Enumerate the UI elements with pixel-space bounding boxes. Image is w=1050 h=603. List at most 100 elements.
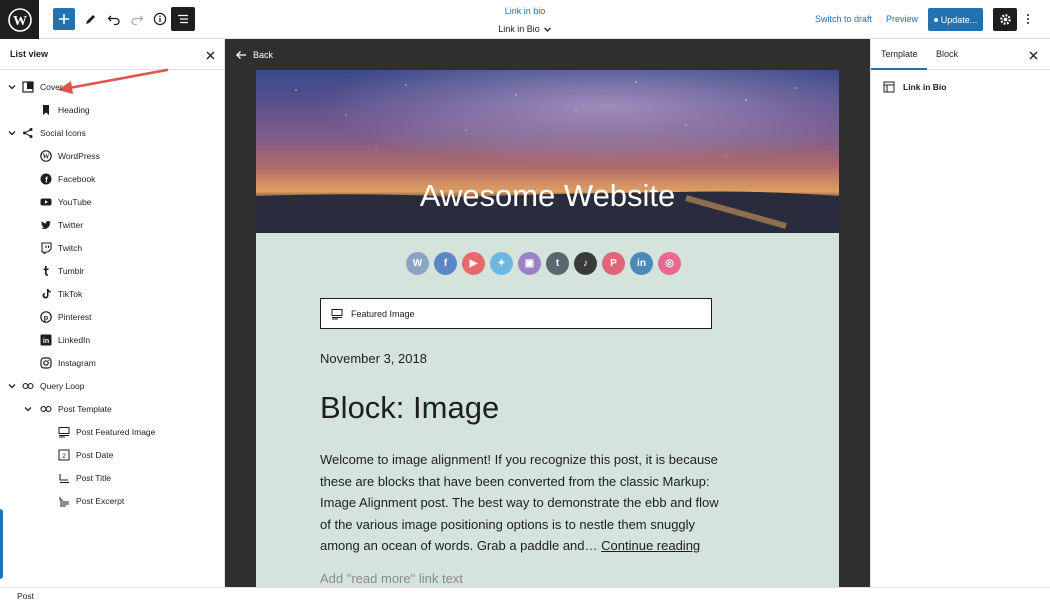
list-view-header: List view [0, 39, 224, 70]
block-inserter-button[interactable] [53, 8, 75, 30]
social-icons-block[interactable]: Wf ▶ ✦ ▣ t ♪ Pin ◎ [406, 252, 686, 275]
list-view-item-post-featured-image[interactable]: Post Featured Image [0, 420, 224, 443]
chevron-down-icon [543, 27, 551, 32]
post-excerpt[interactable]: Welcome to image alignment! If you recog… [320, 449, 720, 557]
editor-header: W Link in bio Link in Bio Switch to draf… [0, 0, 1050, 39]
svg-text:f: f [45, 175, 48, 184]
share-icon [21, 126, 35, 140]
linkedin-icon[interactable]: in [630, 252, 653, 275]
list-view-item-wordpress[interactable]: W WordPress [0, 144, 224, 167]
list-view-item-post-title[interactable]: Post Title [0, 466, 224, 489]
layout-icon [883, 81, 895, 93]
switch-to-draft-button[interactable]: Switch to draft [815, 14, 872, 24]
wordpress-logo-icon[interactable]: W [0, 0, 39, 39]
list-view-item-post-template[interactable]: Post Template [0, 397, 224, 420]
side-handle[interactable] [0, 509, 3, 579]
svg-text:2: 2 [62, 453, 66, 460]
list-view-item-label: Heading [58, 104, 90, 115]
list-view-panel: List view Cover Heading Social Icons W WordP… [0, 39, 225, 587]
list-view-toggle-button[interactable] [171, 7, 195, 31]
list-view-item-heading[interactable]: Heading [0, 98, 224, 121]
unsaved-dot-icon [933, 17, 938, 22]
settings-button[interactable] [993, 8, 1017, 31]
pinterest-icon[interactable]: P [602, 252, 625, 275]
update-button[interactable]: Update... [928, 8, 983, 31]
list-view-item-label: LinkedIn [58, 334, 91, 345]
close-icon [1029, 51, 1037, 59]
template-title[interactable]: Link in Bio [498, 24, 552, 34]
list-view-item-cover[interactable]: Cover [0, 75, 224, 98]
back-button[interactable]: Back [235, 50, 273, 60]
close-sidebar-button[interactable] [1026, 48, 1040, 62]
tab-block[interactable]: Block [936, 49, 958, 59]
details-info-icon[interactable] [149, 8, 171, 30]
tools-pencil-icon[interactable] [80, 8, 102, 30]
list-view-item-twitter[interactable]: Twitter [0, 213, 224, 236]
list-view-title: List view [10, 49, 49, 59]
cover-block[interactable]: Awesome Website [256, 70, 839, 233]
wordpress-icon[interactable]: W [406, 252, 429, 275]
tumblr-icon[interactable]: t [546, 252, 569, 275]
chevron-down-icon[interactable] [7, 82, 17, 92]
redo-icon[interactable] [126, 8, 148, 30]
featured-image-icon [331, 308, 343, 319]
list-view-item-tumblr[interactable]: Tumblr [0, 259, 224, 282]
template-card[interactable]: Link in Bio [883, 81, 946, 93]
chevron-down-icon[interactable] [7, 381, 17, 391]
list-view-item-label: Cover [40, 81, 63, 92]
list-view-item-youtube[interactable]: YouTube [0, 190, 224, 213]
continue-reading-link[interactable]: Continue reading [601, 538, 700, 553]
starry-sky-image [256, 70, 839, 190]
undo-icon[interactable] [103, 8, 125, 30]
breadcrumb-post[interactable]: Post [17, 591, 34, 601]
list-view-item-pinterest[interactable]: p Pinterest [0, 305, 224, 328]
block-tree: Cover Heading Social Icons W WordPress f Faceb… [0, 75, 224, 512]
list-view-item-query-loop[interactable]: Query Loop [0, 374, 224, 397]
template-title-label: Link in Bio [498, 24, 540, 34]
read-more-placeholder[interactable]: Add "read more" link text [320, 571, 463, 586]
post-title[interactable]: Block: Image [320, 390, 499, 426]
list-view-item-label: Pinterest [58, 311, 92, 322]
list-view-item-label: Query Loop [40, 380, 85, 391]
chevron-down-icon[interactable] [7, 128, 17, 138]
tab-template[interactable]: Template [871, 49, 927, 70]
arrow-left-icon [236, 51, 246, 59]
youtube-icon[interactable]: ▶ [462, 252, 485, 275]
update-label: Update... [940, 14, 978, 25]
list-view-item-label: Twitch [58, 242, 83, 253]
more-options-icon[interactable] [1022, 10, 1034, 28]
cover-heading[interactable]: Awesome Website [256, 178, 839, 214]
sidebar-tabs: Template Block [871, 39, 1050, 70]
list-view-item-label: Post Date [76, 449, 114, 460]
document-subtitle[interactable]: Link in bio [440, 6, 610, 19]
list-view-item-post-excerpt[interactable]: Post Excerpt [0, 489, 224, 512]
featured-image-placeholder[interactable]: Featured Image [320, 298, 712, 329]
list-view-item-label: YouTube [58, 196, 92, 207]
preview-button[interactable]: Preview [886, 14, 918, 24]
list-view-item-label: Social Icons [40, 127, 86, 138]
svg-text:W: W [13, 14, 27, 29]
twitch-icon [39, 241, 53, 255]
list-view-item-instagram[interactable]: Instagram [0, 351, 224, 374]
list-view-item-linkedin[interactable]: in LinkedIn [0, 328, 224, 351]
list-view-item-post-date[interactable]: 2 Post Date [0, 443, 224, 466]
chevron-down-icon[interactable] [23, 404, 33, 414]
facebook-icon[interactable]: f [434, 252, 457, 275]
list-view-item-label: Tumblr [58, 265, 85, 276]
twitch-icon[interactable]: ▣ [518, 252, 541, 275]
svg-text:W: W [43, 152, 50, 160]
instagram-icon[interactable]: ◎ [658, 252, 681, 275]
cover-icon [21, 80, 35, 94]
list-view-item-facebook[interactable]: f Facebook [0, 167, 224, 190]
document-title[interactable]: Link in bio Link in Bio [440, 6, 610, 37]
list-view-item-label: Post Template [58, 403, 112, 414]
tiktok-icon[interactable]: ♪ [574, 252, 597, 275]
list-view-item-social-icons[interactable]: Social Icons [0, 121, 224, 144]
page-frame: Awesome Website Wf ▶ ✦ ▣ t ♪ Pin ◎ Featured Ima… [256, 70, 839, 587]
close-list-view-button[interactable] [203, 48, 217, 62]
twitter-icon[interactable]: ✦ [490, 252, 513, 275]
list-view-item-twitch[interactable]: Twitch [0, 236, 224, 259]
post-date[interactable]: November 3, 2018 [320, 351, 427, 366]
list-view-item-tiktok[interactable]: TikTok [0, 282, 224, 305]
tumblr-icon [39, 264, 53, 278]
